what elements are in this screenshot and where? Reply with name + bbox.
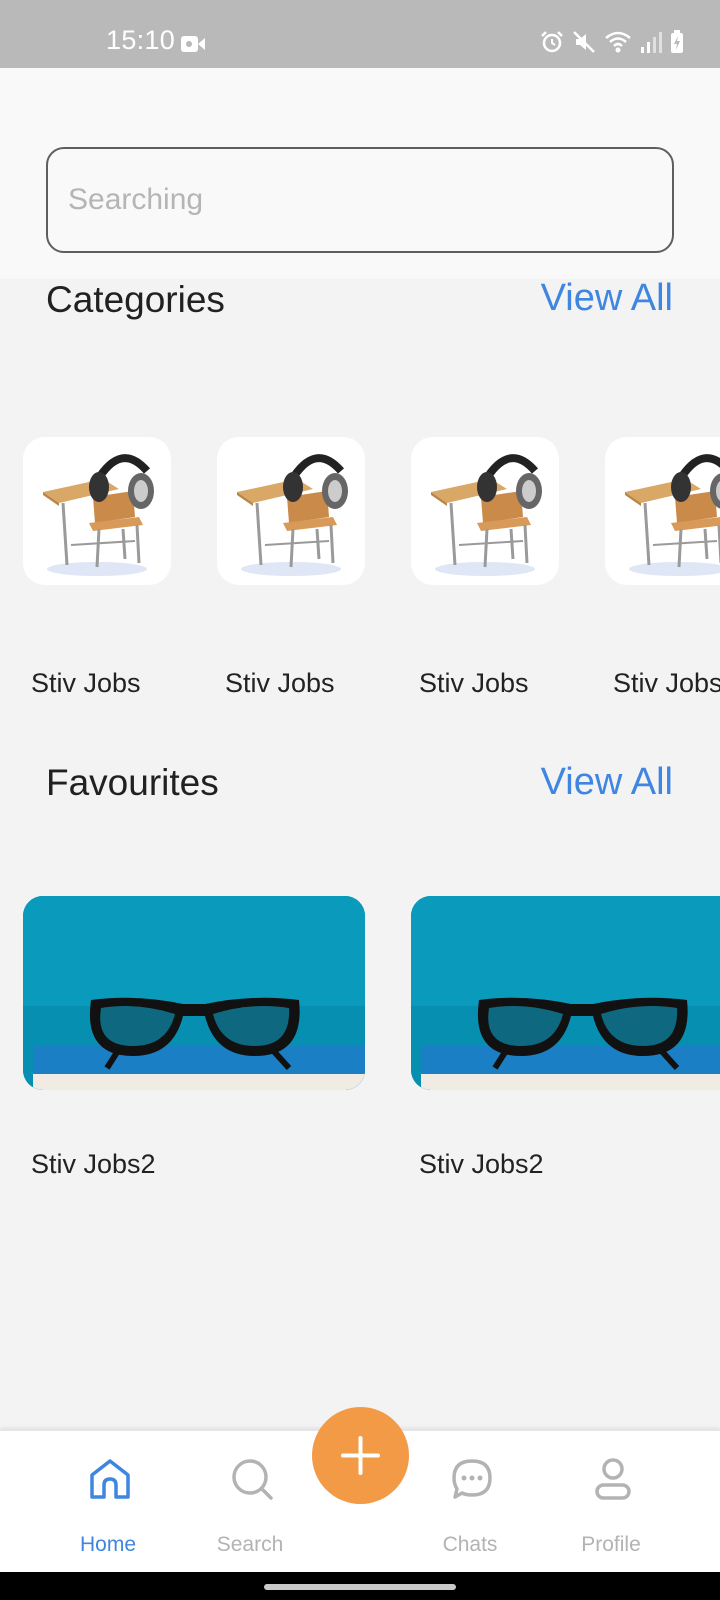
favourite-label: Stiv Jobs2 <box>419 1149 544 1179</box>
school-desk-with-headphones-image <box>23 437 171 585</box>
nav-item-home[interactable]: Home <box>48 1431 168 1573</box>
favourite-label: Stiv Jobs2 <box>31 1149 156 1179</box>
category-label: Stiv Jobs <box>613 668 720 698</box>
nav-label-profile: Profile <box>581 1533 641 1556</box>
home-icon <box>90 1459 130 1499</box>
battery-icon <box>671 30 683 53</box>
home-indicator[interactable] <box>264 1584 456 1590</box>
categories-view-all-link[interactable]: View All <box>541 277 673 320</box>
school-desk-with-headphones-image <box>411 437 559 585</box>
nav-item-chats[interactable]: Chats <box>410 1431 530 1573</box>
favourite-card[interactable] <box>411 896 720 1090</box>
chat-icon <box>452 1459 492 1499</box>
search-input[interactable] <box>48 149 672 251</box>
categories-title: Categories <box>46 279 225 320</box>
category-label: Stiv Jobs <box>419 668 529 698</box>
profile-icon <box>595 1458 631 1500</box>
category-label: Stiv Jobs <box>225 668 335 698</box>
search-icon <box>232 1459 273 1500</box>
nav-label-chats: Chats <box>442 1533 498 1556</box>
system-navigation-bar <box>0 1572 720 1600</box>
category-card[interactable] <box>605 437 720 585</box>
nav-label-home: Home <box>79 1533 137 1556</box>
signal-icon <box>641 32 662 53</box>
alarm-icon <box>541 31 563 53</box>
search-box[interactable] <box>46 147 674 253</box>
favourite-card[interactable] <box>23 896 365 1090</box>
favourites-title: Favourites <box>46 762 219 803</box>
video-camera-icon <box>181 36 205 52</box>
category-label: Stiv Jobs <box>31 668 141 698</box>
school-desk-with-headphones-image <box>217 437 365 585</box>
category-card[interactable] <box>23 437 171 585</box>
search-area <box>0 68 720 279</box>
nav-item-search[interactable]: Search <box>190 1431 310 1573</box>
glasses-on-book-image <box>411 896 720 1090</box>
glasses-on-book-image <box>23 896 365 1090</box>
wifi-icon <box>605 31 631 53</box>
category-card[interactable] <box>217 437 365 585</box>
status-bar: 15:10 <box>0 0 720 68</box>
add-fab-button[interactable] <box>312 1407 409 1504</box>
category-card[interactable] <box>411 437 559 585</box>
status-time: 15:10 <box>106 25 176 55</box>
school-desk-with-headphones-image <box>605 437 720 585</box>
status-icons <box>540 30 684 54</box>
nav-label-search: Search <box>216 1533 284 1556</box>
nav-item-profile[interactable]: Profile <box>551 1431 671 1573</box>
plus-icon <box>341 1436 380 1475</box>
mute-icon <box>573 31 595 53</box>
favourites-view-all-link[interactable]: View All <box>541 761 673 804</box>
